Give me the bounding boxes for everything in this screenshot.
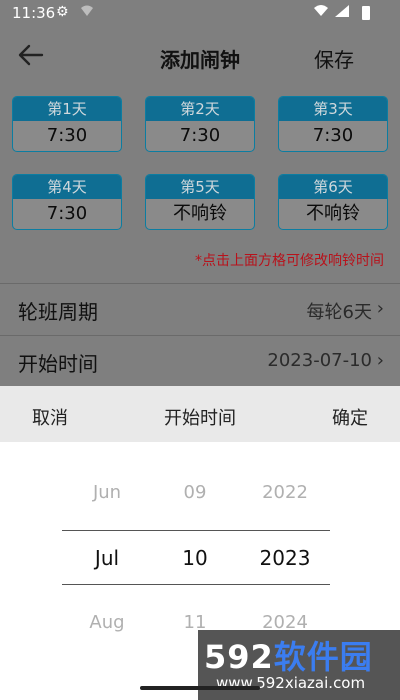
cellular-signal-icon bbox=[335, 5, 349, 17]
picker-header: 取消 开始时间 确定 bbox=[0, 386, 400, 442]
selection-line bbox=[62, 530, 152, 531]
wifi-icon bbox=[314, 5, 328, 16]
day-card-4[interactable]: 第4天 7:30 bbox=[12, 174, 122, 230]
wifi-alert-icon bbox=[81, 5, 93, 16]
day-card-label: 第5天 bbox=[146, 175, 254, 199]
day-card-label: 第3天 bbox=[279, 97, 387, 121]
selection-line bbox=[150, 530, 240, 531]
chevron-right-icon: › bbox=[376, 298, 384, 319]
edit-hint: *点击上面方格可修改响铃时间 bbox=[195, 253, 384, 269]
day-card-label: 第2天 bbox=[146, 97, 254, 121]
watermark-brand: 592软件园 bbox=[204, 638, 373, 676]
selection-line bbox=[240, 584, 330, 585]
day-card-1[interactable]: 第1天 7:30 bbox=[12, 96, 122, 152]
selection-line bbox=[62, 584, 152, 585]
selection-line bbox=[150, 584, 240, 585]
battery-icon bbox=[362, 6, 370, 20]
day-card-label: 第1天 bbox=[13, 97, 121, 121]
chevron-right-icon: › bbox=[376, 350, 384, 371]
day-card-label: 第4天 bbox=[13, 175, 121, 199]
day-card-5[interactable]: 第5天 不响铃 bbox=[145, 174, 255, 230]
cycle-row[interactable]: 轮班周期 每轮6天 › bbox=[0, 283, 400, 336]
day-prev[interactable]: 09 bbox=[150, 482, 240, 503]
day-card-label: 第6天 bbox=[279, 175, 387, 199]
cycle-label: 轮班周期 bbox=[18, 300, 98, 324]
month-selected[interactable]: Jul bbox=[62, 546, 152, 570]
year-prev[interactable]: 2022 bbox=[240, 482, 330, 503]
start-time-value: 2023-07-10 bbox=[267, 350, 372, 371]
day-card-3[interactable]: 第3天 7:30 bbox=[278, 96, 388, 152]
start-time-row[interactable]: 开始时间 2023-07-10 › bbox=[0, 335, 400, 388]
start-time-label: 开始时间 bbox=[18, 352, 98, 376]
month-wheel[interactable]: Jun Jul Aug bbox=[62, 442, 152, 700]
status-time: 11:36 bbox=[12, 4, 56, 22]
day-card-6[interactable]: 第6天 不响铃 bbox=[278, 174, 388, 230]
status-bar: 11:36 ⚙ bbox=[0, 0, 400, 28]
day-card-time: 不响铃 bbox=[306, 203, 360, 224]
confirm-button[interactable]: 确定 bbox=[332, 404, 368, 430]
day-card-time: 7:30 bbox=[46, 125, 88, 146]
day-card-2[interactable]: 第2天 7:30 bbox=[145, 96, 255, 152]
day-card-time: 7:30 bbox=[312, 125, 354, 146]
settings-gear-icon: ⚙ bbox=[56, 4, 69, 20]
month-next[interactable]: Aug bbox=[62, 612, 152, 633]
cycle-value: 每轮6天 bbox=[306, 302, 372, 323]
app-header: 添加闹钟 保存 bbox=[0, 28, 400, 84]
day-card-time: 不响铃 bbox=[173, 203, 227, 224]
day-card-time: 7:30 bbox=[179, 125, 221, 146]
selection-line bbox=[240, 530, 330, 531]
day-card-time: 7:30 bbox=[46, 203, 88, 224]
save-button[interactable]: 保存 bbox=[314, 44, 354, 73]
month-prev[interactable]: Jun bbox=[62, 482, 152, 503]
year-selected[interactable]: 2023 bbox=[240, 546, 330, 570]
day-selected[interactable]: 10 bbox=[150, 546, 240, 570]
home-indicator bbox=[140, 686, 260, 690]
